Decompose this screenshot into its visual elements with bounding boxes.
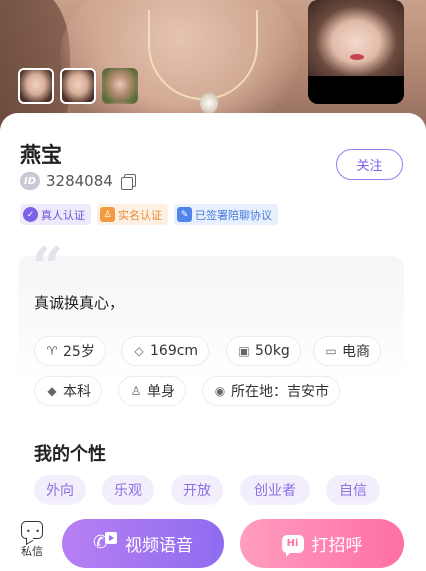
age-icon: ♈	[46, 344, 58, 358]
badge-agreement: ✎ 已签署陪聊协议	[174, 204, 278, 225]
job-icon: ▭	[325, 344, 337, 358]
chip-label: 本科	[63, 384, 91, 400]
chip-label: 50kg	[255, 343, 290, 359]
photo-thumbnails	[18, 68, 138, 104]
greet-label: 打招呼	[311, 536, 363, 556]
cover-pendant-shape	[200, 92, 218, 114]
video-preview-window[interactable]	[308, 0, 404, 104]
hi-bubble-icon: Hi	[281, 534, 304, 557]
copy-icon[interactable]	[120, 173, 136, 190]
photo-thumbnail-3[interactable]	[102, 68, 138, 104]
chat-bubble-icon: • • •	[21, 521, 43, 544]
badge-label: 真人认证	[41, 208, 85, 222]
profile-id-row: ID 3284084	[20, 172, 136, 190]
info-chip-age: ♈ 25岁	[34, 336, 106, 366]
badge-label: 实名认证	[118, 208, 162, 222]
info-chip-relationship: ♙ 单身	[118, 376, 186, 406]
info-chip-education: ◆ 本科	[34, 376, 102, 406]
badge-real-person: ✓ 真人认证	[20, 204, 91, 225]
verified-person-icon: ✓	[23, 207, 38, 222]
info-chip-weight: ▣ 50kg	[226, 336, 301, 366]
id-icon: ID	[20, 172, 40, 190]
quote-mark-icon: “	[32, 235, 64, 299]
person-icon: ♙	[130, 384, 142, 398]
video-preview-lips	[350, 54, 364, 60]
photo-thumbnail-1[interactable]	[18, 68, 54, 104]
private-message-label: 私信	[21, 545, 43, 558]
chip-label: 所在地：吉安市	[231, 384, 329, 400]
video-call-label: 视频语音	[125, 536, 193, 556]
chip-label: 单身	[147, 384, 175, 400]
video-call-icon: ✆	[93, 531, 117, 556]
info-chip-height: ◇ 169cm	[121, 336, 210, 366]
personality-title: 我的个性	[34, 444, 106, 465]
info-chip-job: ▭ 电商	[313, 336, 381, 366]
location-icon: ◉	[214, 384, 226, 398]
chip-label: 25岁	[63, 344, 95, 360]
photo-thumbnail-2[interactable]	[60, 68, 96, 104]
private-message-button[interactable]: • • • 私信	[14, 521, 50, 559]
badge-label: 已签署陪聊协议	[195, 208, 272, 222]
ruler-icon: ◇	[134, 344, 144, 358]
greet-button[interactable]: Hi 打招呼	[240, 519, 404, 568]
education-icon: ◆	[47, 384, 57, 398]
badge-real-name: ♙ 实名认证	[97, 204, 168, 225]
verification-badges: ✓ 真人认证 ♙ 实名认证 ✎ 已签署陪聊协议	[20, 204, 278, 225]
agreement-icon: ✎	[177, 207, 192, 222]
chip-label: 电商	[342, 344, 370, 360]
id-card-icon: ♙	[100, 207, 115, 222]
info-chip-location: ◉ 所在地：吉安市	[202, 376, 340, 406]
intro-text: 真诚换真心，	[34, 294, 125, 312]
follow-button[interactable]: 关注	[336, 149, 403, 180]
profile-id-number: 3284084	[46, 172, 113, 190]
video-call-button[interactable]: ✆ 视频语音	[62, 519, 224, 568]
scale-icon: ▣	[238, 344, 250, 358]
chip-label: 169cm	[150, 343, 199, 359]
profile-name: 燕宝	[20, 143, 62, 167]
video-preview-face	[308, 0, 404, 76]
